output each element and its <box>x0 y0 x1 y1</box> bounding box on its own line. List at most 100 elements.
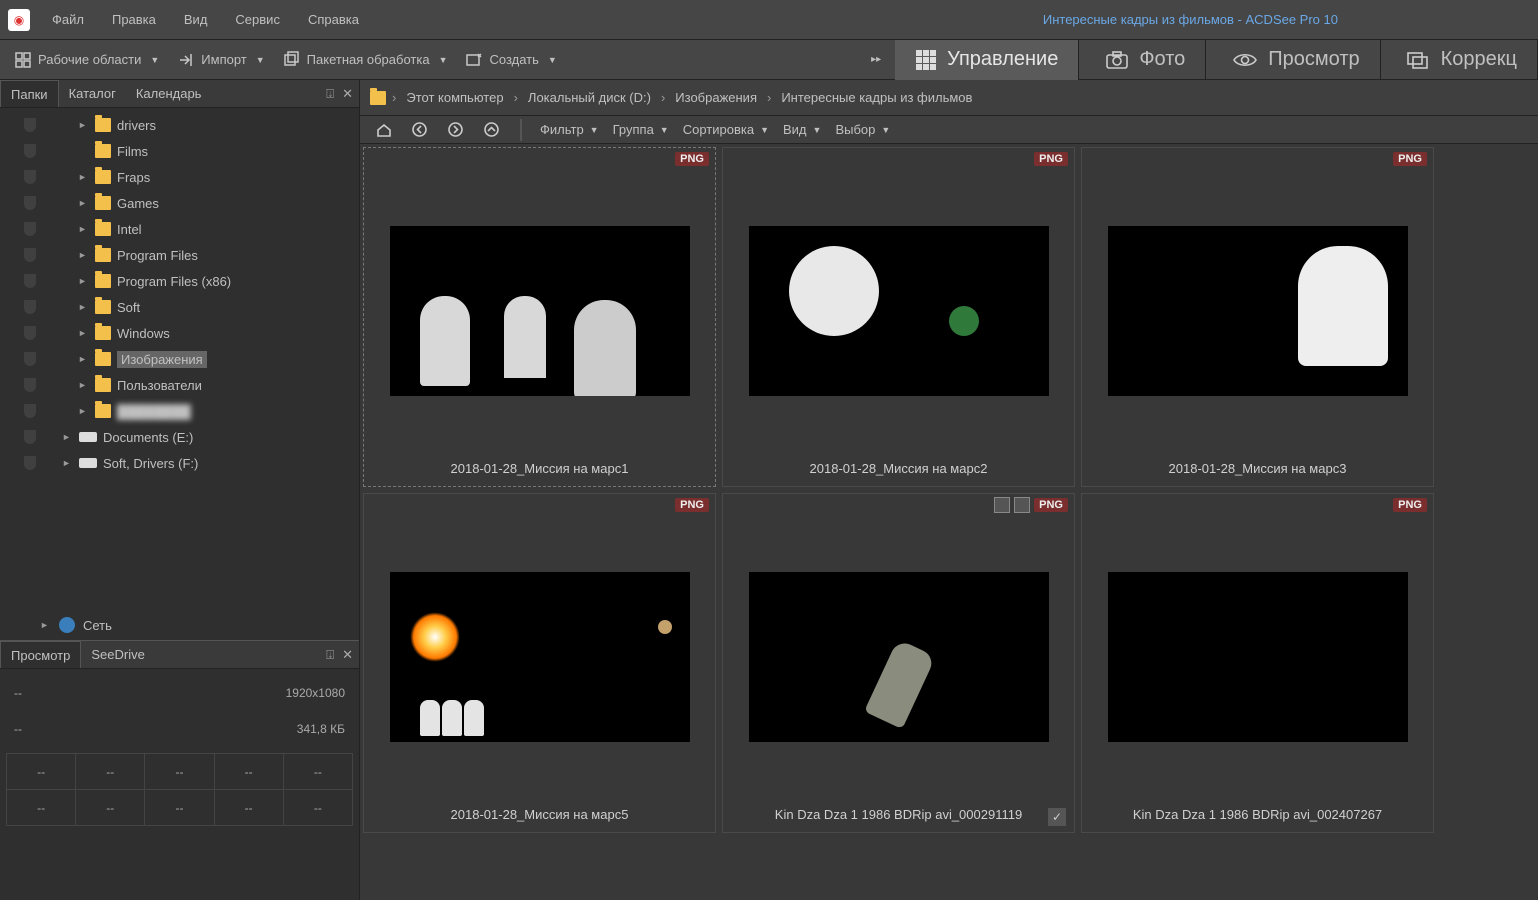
back-icon[interactable] <box>408 119 430 141</box>
tree-item[interactable]: ►████████ <box>0 398 359 424</box>
thumbnail-gallery: PNG 2018-01-28_Миссия на марс1 PNG 2018-… <box>360 144 1538 900</box>
edit-icon <box>1407 50 1431 70</box>
format-badge: PNG <box>1034 498 1068 512</box>
overflow-icon[interactable]: ▸▸ <box>871 54 881 65</box>
mode-view-tab[interactable]: Просмотр <box>1212 40 1380 80</box>
mode-edit-tab[interactable]: Коррекц <box>1387 40 1538 80</box>
tree-item[interactable]: ►Windows <box>0 320 359 346</box>
thumbnail-item[interactable]: PNG 2018-01-28_Миссия на марс1 <box>363 147 716 487</box>
tree-item[interactable]: ►Documents (E:) <box>0 424 359 450</box>
thumbnail-image <box>749 226 1049 396</box>
thumbnail-item[interactable]: PNG Kin Dza Dza 1 1986 BDRip avi_0024072… <box>1081 493 1434 833</box>
crumb-seg[interactable]: Изображения <box>671 90 761 105</box>
format-badge: PNG <box>1034 152 1068 166</box>
crumb-seg[interactable]: Интересные кадры из фильмов <box>777 90 976 105</box>
tree-item[interactable]: ►Fraps <box>0 164 359 190</box>
thumbnail-image <box>1108 226 1408 396</box>
drive-icon <box>79 458 97 468</box>
thumbnail-caption: 2018-01-28_Миссия на марс2 <box>723 451 1074 486</box>
chevron-down-icon: ▼ <box>439 55 448 65</box>
crumb-seg[interactable]: Локальный диск (D:) <box>524 90 655 105</box>
thumbnail-caption: 2018-01-28_Миссия на марс3 <box>1082 451 1433 486</box>
preview-filesize: 341,8 КБ <box>66 711 353 747</box>
sidebar-tab-catalog[interactable]: Каталог <box>59 80 126 107</box>
folder-tree[interactable]: ►driversFilms►Fraps►Games►Intel►Program … <box>0 108 359 602</box>
folder-icon <box>95 144 111 158</box>
tree-item-label: Изображения <box>117 351 207 368</box>
folder-icon <box>95 196 111 210</box>
thumbnail-caption: Kin Dza Dza 1 1986 BDRip avi_002407267 <box>1082 797 1433 832</box>
thumbnail-image <box>390 572 690 742</box>
mode-manage-tab[interactable]: Управление <box>895 40 1079 80</box>
up-icon[interactable] <box>480 119 502 141</box>
tree-item-label: Soft <box>117 300 140 315</box>
tree-item[interactable]: ►Изображения <box>0 346 359 372</box>
import-dropdown[interactable]: Импорт▼ <box>171 45 270 75</box>
tree-item[interactable]: ►drivers <box>0 112 359 138</box>
tree-item[interactable]: ►Пользователи <box>0 372 359 398</box>
tree-item[interactable]: ►Soft <box>0 294 359 320</box>
folder-icon <box>95 300 111 314</box>
menu-service[interactable]: Сервис <box>221 0 294 40</box>
sort-dropdown[interactable]: Сортировка ▼ <box>683 122 769 137</box>
preview-tab-preview[interactable]: Просмотр <box>0 641 81 668</box>
workspaces-dropdown[interactable]: Рабочие области▼ <box>8 45 165 75</box>
sidebar: Папки Каталог Календарь ⍗ ✕ ►drivers Film… <box>0 80 360 900</box>
tree-item-label: Films <box>117 144 148 159</box>
thumbnail-item[interactable]: PNG 2018-01-28_Миссия на марс3 <box>1081 147 1434 487</box>
view-dropdown[interactable]: Вид ▼ <box>783 122 821 137</box>
chevron-down-icon: ▼ <box>150 55 159 65</box>
tree-item[interactable]: ►Program Files <box>0 242 359 268</box>
group-dropdown[interactable]: Группа ▼ <box>613 122 669 137</box>
tree-item[interactable]: ►Soft, Drivers (F:) <box>0 450 359 476</box>
tree-network[interactable]: ► Сеть <box>0 610 359 640</box>
mode-manage-label: Управление <box>947 48 1058 71</box>
tree-item-label: Fraps <box>117 170 150 185</box>
select-dropdown[interactable]: Выбор ▼ <box>835 122 890 137</box>
pin-icon[interactable]: ⍗ <box>326 647 334 663</box>
thumbnail-item[interactable]: PNG 2018-01-28_Миссия на марс2 <box>722 147 1075 487</box>
pin-icon[interactable]: ⍗ <box>326 86 334 102</box>
folder-icon <box>95 222 111 236</box>
menu-edit[interactable]: Правка <box>98 0 170 40</box>
thumbnail-item[interactable]: PNG Kin Dza Dza 1 1986 BDRip avi_0002911… <box>722 493 1075 833</box>
close-icon[interactable]: ✕ <box>342 86 353 102</box>
tree-item-label: Program Files <box>117 248 198 263</box>
tree-item[interactable]: Films <box>0 138 359 164</box>
grid-icon <box>915 49 937 71</box>
tree-item[interactable]: ►Games <box>0 190 359 216</box>
tree-item[interactable]: ►Program Files (x86) <box>0 268 359 294</box>
home-icon[interactable] <box>372 119 394 141</box>
tree-item[interactable]: ►Intel <box>0 216 359 242</box>
thumbnail-image <box>749 572 1049 742</box>
thumbnail-item[interactable]: PNG 2018-01-28_Миссия на марс5 <box>363 493 716 833</box>
forward-icon[interactable] <box>444 119 466 141</box>
tree-item-label: Intel <box>117 222 142 237</box>
tree-item-label: Games <box>117 196 159 211</box>
folder-icon <box>95 326 111 340</box>
menu-view[interactable]: Вид <box>170 0 222 40</box>
format-badge: PNG <box>675 498 709 512</box>
window-title: Интересные кадры из фильмов - ACDSee Pro… <box>1043 12 1338 27</box>
mode-photo-tab[interactable]: Фото <box>1085 40 1206 80</box>
filter-dropdown[interactable]: Фильтр ▼ <box>540 122 599 137</box>
preview-tab-seedrive[interactable]: SeeDrive <box>81 641 154 668</box>
sidebar-tab-calendar[interactable]: Календарь <box>126 80 212 107</box>
thumbnail-caption: 2018-01-28_Миссия на марс1 <box>364 451 715 486</box>
create-dropdown[interactable]: Создать▼ <box>459 45 562 75</box>
create-icon <box>465 51 483 69</box>
import-label: Импорт <box>201 52 246 67</box>
sidebar-tab-folders[interactable]: Папки <box>0 80 59 107</box>
menu-file[interactable]: Файл <box>38 0 98 40</box>
app-icon: ◉ <box>8 9 30 31</box>
menu-help[interactable]: Справка <box>294 0 373 40</box>
batch-dropdown[interactable]: Пакетная обработка▼ <box>277 45 454 75</box>
batch-icon <box>283 51 301 69</box>
folder-icon <box>95 274 111 288</box>
thumbnail-image <box>1108 572 1408 742</box>
preview-panel: Просмотр SeeDrive ⍗ ✕ --1920x1080 --341,… <box>0 640 359 900</box>
close-icon[interactable]: ✕ <box>342 647 353 663</box>
crumb-seg[interactable]: Этот компьютер <box>402 90 507 105</box>
checked-icon[interactable]: ✓ <box>1048 808 1066 826</box>
breadcrumb[interactable]: › Этот компьютер› Локальный диск (D:)› И… <box>360 80 1538 116</box>
